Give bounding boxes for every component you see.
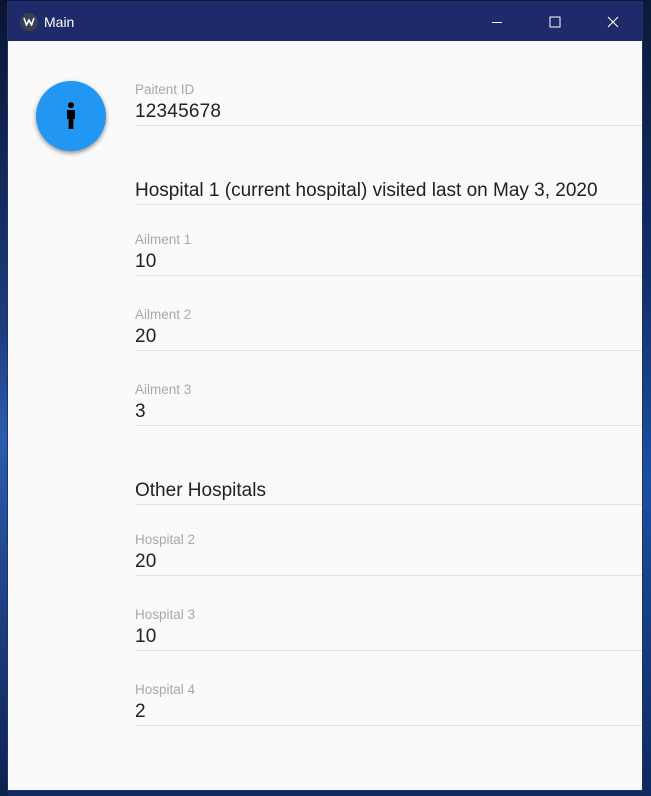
ailment-3-value: 3 xyxy=(135,401,146,422)
other-hospitals-heading: Other Hospitals xyxy=(135,478,642,505)
desktop-background xyxy=(0,0,8,796)
hospital-2-label: Hospital 2 xyxy=(135,532,196,547)
hospital-3-field[interactable]: Hospital 3 10 xyxy=(135,606,642,651)
current-hospital-heading: Hospital 1 (current hospital) visited la… xyxy=(135,178,642,205)
hospital-4-value: 2 xyxy=(135,701,146,722)
ailment-2-field[interactable]: Ailment 2 20 xyxy=(135,306,642,351)
hospital-3-value: 10 xyxy=(135,626,157,647)
ailment-1-field[interactable]: Ailment 1 10 xyxy=(135,231,642,276)
maximize-button[interactable] xyxy=(526,2,584,41)
ailment-1-label: Ailment 1 xyxy=(135,232,192,247)
main-window: Main Paitent ID 12345678 Hospital 1 (cur… xyxy=(8,2,642,790)
hospital-4-label: Hospital 4 xyxy=(135,682,196,697)
window-title: Main xyxy=(44,13,75,30)
title-bar[interactable]: Main xyxy=(8,2,642,41)
hospital-2-value: 20 xyxy=(135,551,157,572)
app-icon xyxy=(20,12,38,31)
close-icon xyxy=(607,16,619,27)
hospital-3-label: Hospital 3 xyxy=(135,607,196,622)
maximize-icon xyxy=(549,16,561,27)
minimize-button[interactable] xyxy=(468,2,526,41)
patient-id-field[interactable]: Paitent ID 12345678 xyxy=(135,81,642,126)
minimize-icon xyxy=(492,21,502,23)
ailment-2-label: Ailment 2 xyxy=(135,307,192,322)
hospital-2-field[interactable]: Hospital 2 20 xyxy=(135,531,642,576)
close-button[interactable] xyxy=(584,2,642,41)
ailment-3-field[interactable]: Ailment 3 3 xyxy=(135,381,642,426)
window-controls xyxy=(468,2,642,41)
person-icon xyxy=(67,102,75,129)
hospital-4-field[interactable]: Hospital 4 2 xyxy=(135,681,642,726)
ailment-1-value: 10 xyxy=(135,251,157,272)
ailment-2-value: 20 xyxy=(135,326,157,347)
patient-id-label: Paitent ID xyxy=(135,82,195,97)
ailment-3-label: Ailment 3 xyxy=(135,382,192,397)
patient-id-value: 12345678 xyxy=(135,101,222,122)
avatar-button[interactable] xyxy=(36,81,106,151)
